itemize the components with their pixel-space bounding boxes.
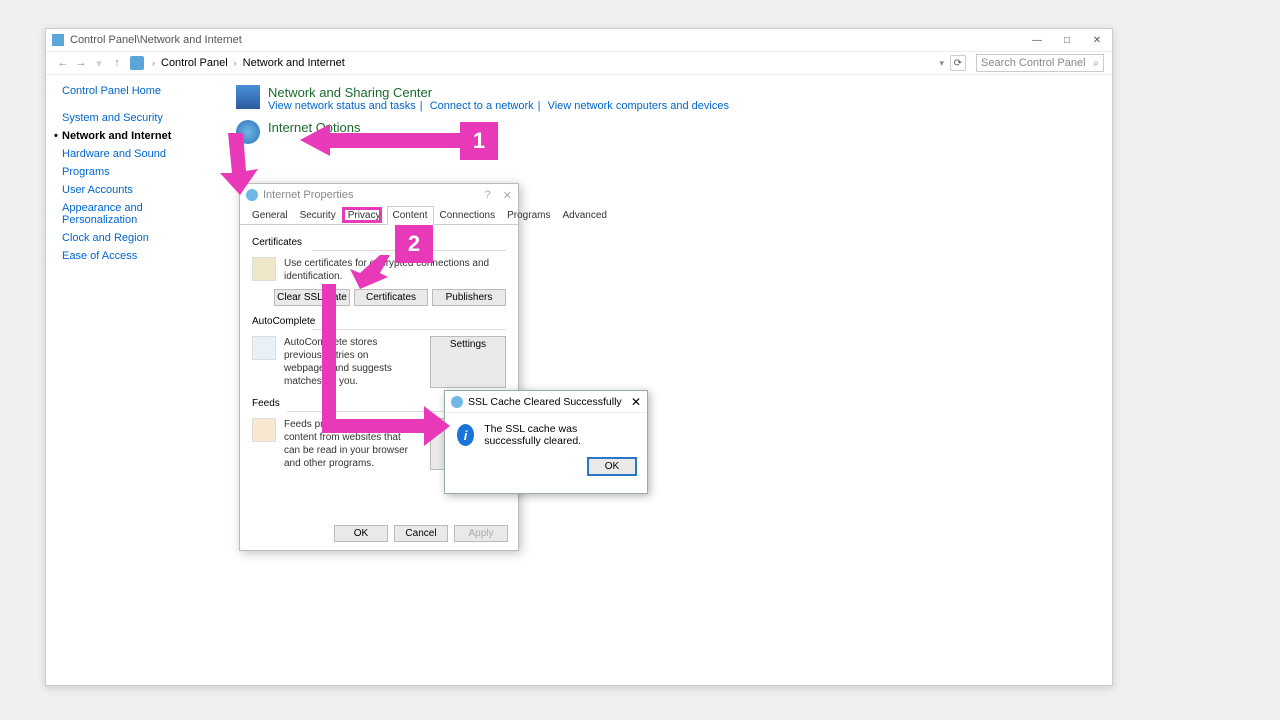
breadcrumb-icon[interactable] [130,56,144,70]
internet-options-heading[interactable]: Internet Options [268,120,361,135]
tab-privacy[interactable]: Privacy [342,206,387,224]
ip-ok-button[interactable]: OK [334,525,388,542]
ip-cancel-button[interactable]: Cancel [394,525,448,542]
close-button[interactable]: ✕ [1082,29,1112,51]
control-panel-home-link[interactable]: Control Panel Home [62,85,212,97]
window-title: Control Panel\Network and Internet [70,34,242,46]
certificates-desc: Use certificates for encrypted connectio… [284,257,506,283]
tab-programs[interactable]: Programs [501,206,556,224]
autocomplete-section-label: AutoComplete [252,316,506,327]
ip-tabs: General Security Privacy Content Connect… [240,206,518,225]
globe-icon [246,189,258,201]
sidebar-item-clock[interactable]: Clock and Region [62,229,212,247]
sidebar-item-system[interactable]: System and Security [62,109,212,127]
ip-help-button[interactable]: ? [485,189,491,202]
breadcrumb-sep: › [152,58,155,68]
sidebar: Control Panel Home System and Security N… [62,85,212,265]
search-placeholder: Search Control Panel [981,57,1086,69]
network-sharing-group: Network and Sharing Center View network … [236,85,1096,112]
sidebar-item-hardware[interactable]: Hardware and Sound [62,145,212,163]
forward-button[interactable]: → [72,57,90,69]
breadcrumb-network[interactable]: Network and Internet [243,57,345,69]
sidebar-item-appearance[interactable]: Appearance and Personalization [62,199,212,229]
minimize-button[interactable]: — [1022,29,1052,51]
window-titlebar[interactable]: Control Panel\Network and Internet — □ ✕ [46,29,1112,51]
sidebar-item-network[interactable]: Network and Internet [62,127,212,145]
up-button[interactable]: ↑ [108,57,126,69]
link-view-computers[interactable]: View network computers and devices [548,100,729,112]
control-panel-icon [52,34,64,46]
breadcrumb-sep: › [234,58,237,68]
feeds-desc: Feeds provide updated content from websi… [284,418,414,470]
link-connect[interactable]: Connect to a network [430,100,534,112]
internet-properties-dialog: Internet Properties ? ✕ General Security… [239,183,519,551]
clear-ssl-state-button[interactable]: Clear SSL state [274,289,350,306]
content-area: Network and Sharing Center View network … [236,85,1096,152]
feeds-icon [252,418,276,442]
certificate-icon [252,257,276,281]
sidebar-item-users[interactable]: User Accounts [62,181,212,199]
recent-dropdown[interactable]: ▾ [90,57,108,70]
breadcrumb-control-panel[interactable]: Control Panel [161,57,228,69]
certificates-section-label: Certificates [252,237,506,248]
network-sharing-icon [236,85,260,109]
sidebar-item-programs[interactable]: Programs [62,163,212,181]
tab-advanced[interactable]: Advanced [556,206,612,224]
ip-apply-button: Apply [454,525,508,542]
search-input[interactable]: Search Control Panel ⌕ [976,54,1104,72]
certificates-button[interactable]: Certificates [354,289,428,306]
ip-title: Internet Properties [263,189,354,201]
info-icon: i [457,424,474,446]
msg-title: SSL Cache Cleared Successfully [468,396,622,408]
ip-titlebar[interactable]: Internet Properties ? ✕ [240,184,518,206]
internet-options-icon [236,120,260,144]
publishers-button[interactable]: Publishers [432,289,506,306]
nav-bar: ← → ▾ ↑ › Control Panel › Network and In… [46,51,1112,75]
msg-close-button[interactable]: ✕ [631,395,641,409]
autocomplete-desc: AutoComplete stores previous entries on … [284,336,414,388]
refresh-button[interactable]: ⟳ [950,55,966,71]
tab-general[interactable]: General [246,206,294,224]
msg-titlebar[interactable]: SSL Cache Cleared Successfully ✕ [445,391,647,413]
link-view-status[interactable]: View network status and tasks [268,100,416,112]
ip-close-button[interactable]: ✕ [503,189,512,202]
address-dropdown[interactable]: ▾ [939,58,944,69]
msg-text: The SSL cache was successfully cleared. [484,423,635,447]
msg-ok-button[interactable]: OK [587,457,637,476]
autocomplete-icon [252,336,276,360]
search-icon[interactable]: ⌕ [1093,58,1099,69]
tab-content[interactable]: Content [387,206,434,225]
internet-options-group: Internet Options [236,120,1096,144]
network-sharing-heading[interactable]: Network and Sharing Center [268,85,729,100]
back-button[interactable]: ← [54,57,72,69]
ssl-cleared-dialog: SSL Cache Cleared Successfully ✕ i The S… [444,390,648,494]
sidebar-item-ease[interactable]: Ease of Access [62,247,212,265]
tab-connections[interactable]: Connections [434,206,502,224]
tab-security[interactable]: Security [294,206,342,224]
maximize-button[interactable]: □ [1052,29,1082,51]
autocomplete-settings-button[interactable]: Settings [430,336,506,388]
control-panel-window: Control Panel\Network and Internet — □ ✕… [45,28,1113,686]
globe-icon [451,396,463,408]
